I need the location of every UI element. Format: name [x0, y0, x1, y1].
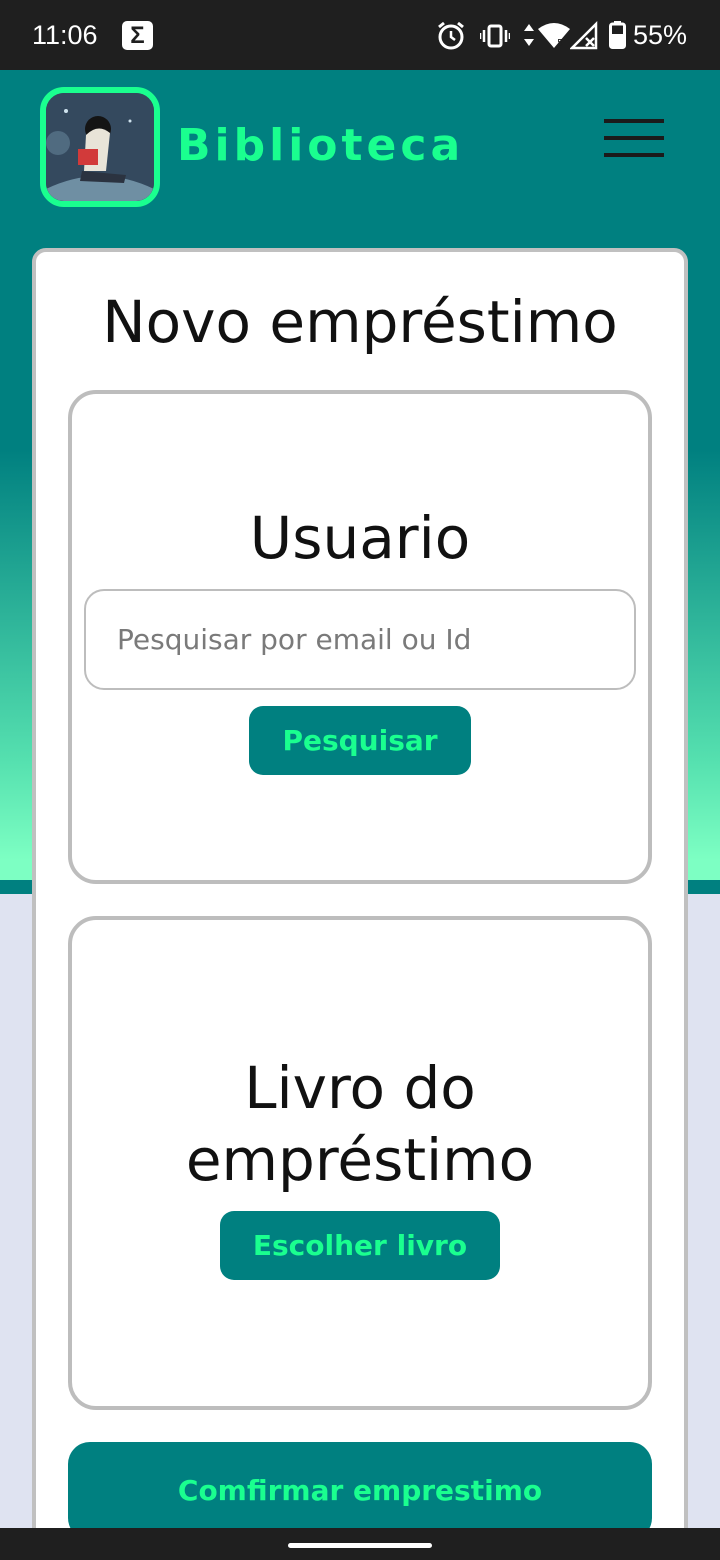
- battery-icon: [609, 21, 626, 49]
- book-section-title-line1: Livro do: [244, 1054, 476, 1122]
- status-time: 11:06: [32, 20, 98, 50]
- battery-percentage: 55%: [633, 20, 688, 50]
- wifi-icon: 5: [538, 23, 570, 49]
- confirm-loan-button[interactable]: Comfirmar emprestimo: [68, 1442, 652, 1540]
- home-gesture-handle[interactable]: [288, 1543, 432, 1548]
- page-title: Novo empréstimo: [102, 288, 618, 356]
- user-search-input[interactable]: [84, 589, 636, 690]
- brand-title: Biblioteca: [177, 120, 465, 171]
- alarm-icon: [438, 21, 464, 50]
- choose-book-button[interactable]: Escolher livro: [220, 1211, 500, 1280]
- app-logo[interactable]: [40, 87, 160, 207]
- book-section-title-line2: empréstimo: [185, 1126, 535, 1194]
- search-button[interactable]: Pesquisar: [249, 706, 471, 775]
- user-section-title: Usuario: [249, 504, 471, 572]
- vibrate-icon: [480, 24, 510, 48]
- data-arrows-icon: [524, 24, 534, 46]
- svg-text:5: 5: [557, 38, 563, 49]
- status-icons: 5: [434, 20, 614, 52]
- hamburger-menu-icon[interactable]: [604, 119, 664, 157]
- status-bar: 11:06 Σ 5 55%: [0, 0, 720, 70]
- signal-icon: [570, 20, 598, 50]
- reading-boy-logo: [46, 93, 154, 201]
- sigma-icon: Σ: [122, 21, 153, 50]
